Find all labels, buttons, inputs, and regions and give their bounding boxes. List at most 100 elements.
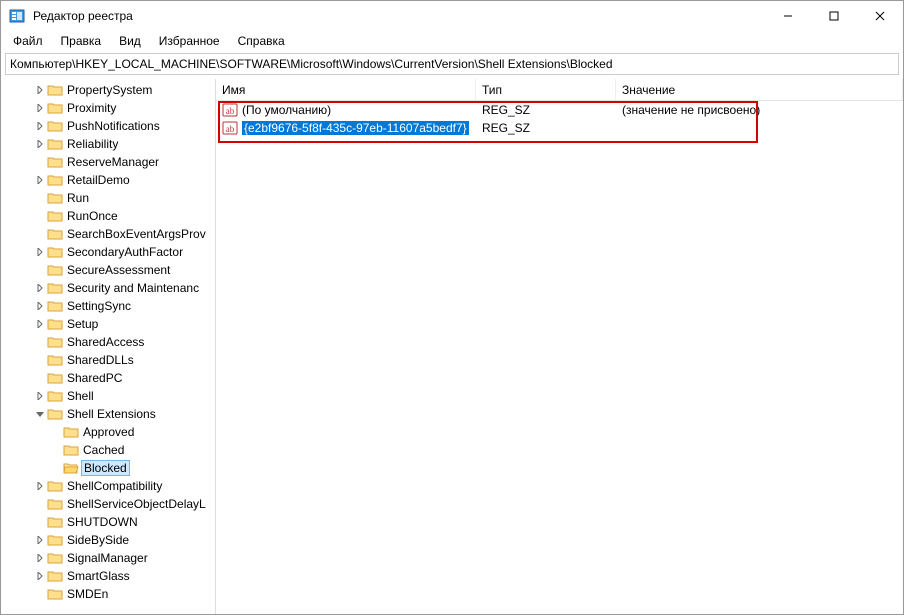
maximize-button[interactable] (811, 1, 857, 31)
folder-icon (47, 101, 63, 115)
folder-icon (63, 443, 79, 457)
tree-item-label: SmartGlass (67, 569, 130, 583)
chevron-right-icon[interactable] (33, 317, 47, 331)
tree-item[interactable]: Approved (1, 423, 215, 441)
value-name: (По умолчанию) (242, 103, 331, 117)
folder-icon (47, 497, 63, 511)
chevron-right-icon[interactable] (33, 137, 47, 151)
list-body[interactable]: ab (По умолчанию) REG_SZ(значение не присв… (216, 101, 903, 137)
address-path: Компьютер\HKEY_LOCAL_MACHINE\SOFTWARE\Mi… (10, 57, 613, 71)
chevron-right-icon[interactable] (33, 389, 47, 403)
tree-item[interactable]: Reliability (1, 135, 215, 153)
tree-item-label: PushNotifications (67, 119, 160, 133)
minimize-button[interactable] (765, 1, 811, 31)
menu-favorites[interactable]: Избранное (151, 32, 228, 50)
registry-tree[interactable]: PropertySystem Proximity PushNotifications… (1, 79, 215, 614)
tree-item[interactable]: ShellServiceObjectDelayL (1, 495, 215, 513)
chevron-down-icon[interactable] (33, 407, 47, 421)
folder-icon (47, 137, 63, 151)
chevron-right-icon[interactable] (33, 83, 47, 97)
column-type[interactable]: Тип (476, 79, 616, 100)
menu-file[interactable]: Файл (5, 32, 51, 50)
tree-item[interactable]: PushNotifications (1, 117, 215, 135)
tree-item[interactable]: SMDEn (1, 585, 215, 603)
svg-text:ab: ab (226, 106, 235, 116)
chevron-right-icon[interactable] (33, 299, 47, 313)
tree-item[interactable]: Cached (1, 441, 215, 459)
tree-item[interactable]: SearchBoxEventArgsProv (1, 225, 215, 243)
chevron-right-icon[interactable] (33, 479, 47, 493)
tree-item-label: Blocked (81, 460, 130, 476)
tree-item[interactable]: SecureAssessment (1, 261, 215, 279)
tree-item[interactable]: ShellCompatibility (1, 477, 215, 495)
menu-help[interactable]: Справка (230, 32, 293, 50)
tree-item-label: RetailDemo (67, 173, 130, 187)
tree-item-label: Approved (83, 425, 134, 439)
tree-item[interactable]: Security and Maintenanc (1, 279, 215, 297)
column-name[interactable]: Имя (216, 79, 476, 100)
folder-icon (47, 173, 63, 187)
chevron-right-icon[interactable] (33, 551, 47, 565)
tree-item-label: SharedPC (67, 371, 122, 385)
menu-view[interactable]: Вид (111, 32, 149, 50)
chevron-right-icon[interactable] (33, 569, 47, 583)
tree-item-label: Reliability (67, 137, 118, 151)
tree-item[interactable]: SignalManager (1, 549, 215, 567)
tree-pane[interactable]: PropertySystem Proximity PushNotifications… (1, 79, 216, 614)
tree-item[interactable]: SharedAccess (1, 333, 215, 351)
folder-icon (47, 569, 63, 583)
tree-item[interactable]: PropertySystem (1, 81, 215, 99)
column-value[interactable]: Значение (616, 79, 903, 100)
tree-item[interactable]: Setup (1, 315, 215, 333)
tree-item[interactable]: SecondaryAuthFactor (1, 243, 215, 261)
chevron-right-icon[interactable] (33, 119, 47, 133)
tree-item[interactable]: SmartGlass (1, 567, 215, 585)
titlebar: Редактор реестра (1, 1, 903, 31)
value-type: REG_SZ (476, 121, 616, 135)
chevron-right-icon[interactable] (33, 101, 47, 115)
tree-item-label: Shell (67, 389, 94, 403)
tree-item[interactable]: Run (1, 189, 215, 207)
folder-icon (47, 407, 63, 421)
folder-icon (47, 371, 63, 385)
folder-icon (47, 191, 63, 205)
tree-item-label: SettingSync (67, 299, 131, 313)
menu-edit[interactable]: Правка (53, 32, 110, 50)
tree-item[interactable]: SharedPC (1, 369, 215, 387)
tree-item-label: ShellCompatibility (67, 479, 162, 493)
tree-item[interactable]: RunOnce (1, 207, 215, 225)
tree-item[interactable]: Shell (1, 387, 215, 405)
tree-item[interactable]: Proximity (1, 99, 215, 117)
value-name: {e2bf9676-5f8f-435c-97eb-11607a5bedf7} (242, 121, 469, 135)
tree-item[interactable]: SharedDLLs (1, 351, 215, 369)
chevron-right-icon[interactable] (33, 281, 47, 295)
address-bar[interactable]: Компьютер\HKEY_LOCAL_MACHINE\SOFTWARE\Mi… (5, 53, 899, 75)
folder-icon (47, 353, 63, 367)
folder-icon (47, 299, 63, 313)
list-header: Имя Тип Значение (216, 79, 903, 101)
chevron-right-icon[interactable] (33, 533, 47, 547)
tree-item-label: SearchBoxEventArgsProv (67, 227, 206, 241)
tree-item-label: Proximity (67, 101, 116, 115)
tree-item-label: Run (67, 191, 89, 205)
chevron-right-icon[interactable] (33, 173, 47, 187)
folder-icon (47, 119, 63, 133)
tree-item[interactable]: SettingSync (1, 297, 215, 315)
tree-item-label: ShellServiceObjectDelayL (67, 497, 206, 511)
tree-item[interactable]: Shell Extensions (1, 405, 215, 423)
list-row[interactable]: ab(По умолчанию)REG_SZ(значение не присв… (216, 101, 903, 119)
tree-item[interactable]: Blocked (1, 459, 215, 477)
value-data: (значение не присвоено) (616, 103, 903, 117)
list-row[interactable]: ab{e2bf9676-5f8f-435c-97eb-11607a5bedf7}… (216, 119, 903, 137)
folder-icon (47, 515, 63, 529)
list-pane: Имя Тип Значение ab (По умолчанию) REG_SZ(… (216, 79, 903, 614)
close-button[interactable] (857, 1, 903, 31)
tree-item[interactable]: SideBySide (1, 531, 215, 549)
chevron-right-icon[interactable] (33, 245, 47, 259)
tree-item[interactable]: ReserveManager (1, 153, 215, 171)
tree-item-label: SideBySide (67, 533, 129, 547)
tree-item[interactable]: SHUTDOWN (1, 513, 215, 531)
tree-item[interactable]: RetailDemo (1, 171, 215, 189)
folder-icon (47, 155, 63, 169)
tree-item-label: RunOnce (67, 209, 118, 223)
